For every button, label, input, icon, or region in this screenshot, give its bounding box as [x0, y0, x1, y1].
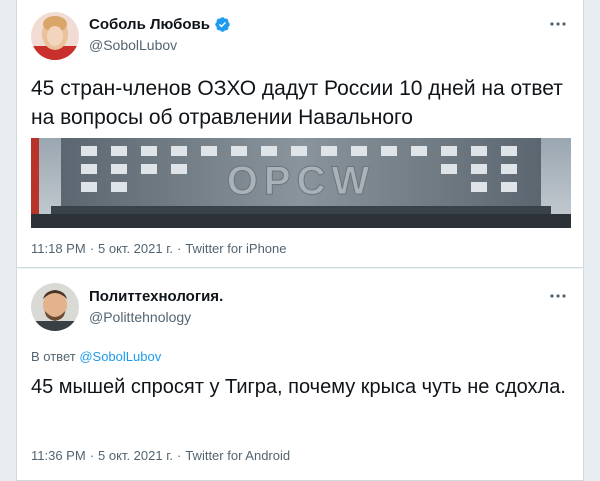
author-name-label[interactable]: Соболь Любовь	[89, 16, 210, 33]
tweet-text: 45 стран-членов ОЗХО дадут России 10 дне…	[31, 77, 563, 129]
more-icon[interactable]	[543, 14, 573, 34]
reply-prefix: В ответ	[31, 349, 76, 364]
reply-handle-link[interactable]: @SobolLubov	[79, 349, 161, 364]
author-name[interactable]: Политтехнология.	[89, 288, 223, 305]
author-handle[interactable]: @Polittehnology	[89, 309, 191, 325]
meta-separator: ·	[89, 241, 95, 256]
tweet-source[interactable]: Twitter for Android	[185, 448, 290, 463]
avatar[interactable]	[31, 283, 79, 331]
tweet-time[interactable]: 11:36 PM	[31, 448, 86, 463]
tweet-text: 45 мышей спросят у Тигра, почему крыса ч…	[31, 376, 566, 398]
reply-context: В ответ @SobolLubov	[31, 349, 161, 364]
tweet-source[interactable]: Twitter for iPhone	[185, 241, 286, 256]
opcw-sign-text: OPCW	[227, 159, 375, 203]
tweet-meta: 11:18 PM · 5 окт. 2021 г. · Twitter for …	[31, 241, 286, 256]
author-name-label[interactable]: Политтехнология.	[89, 288, 223, 305]
verified-icon	[215, 17, 230, 32]
tweet-time[interactable]: 11:18 PM	[31, 241, 86, 256]
meta-separator: ·	[176, 448, 182, 463]
tweet-date[interactable]: 5 окт. 2021 г.	[98, 448, 173, 463]
author-name[interactable]: Соболь Любовь	[89, 16, 231, 33]
meta-separator: ·	[176, 241, 182, 256]
avatar[interactable]	[31, 12, 79, 60]
author-handle[interactable]: @SobolLubov	[89, 37, 177, 53]
tweet-date[interactable]: 5 окт. 2021 г.	[98, 241, 173, 256]
more-icon[interactable]	[543, 286, 573, 306]
tweet-card[interactable]: Политтехнология. @Polittehnology В ответ…	[16, 268, 584, 481]
meta-separator: ·	[89, 448, 95, 463]
tweet-meta: 11:36 PM · 5 окт. 2021 г. · Twitter for …	[31, 448, 290, 463]
tweet-card[interactable]: Соболь Любовь @SobolLubov 45 стран-члено…	[16, 0, 584, 268]
tweet-image[interactable]: OPCW	[31, 138, 571, 228]
